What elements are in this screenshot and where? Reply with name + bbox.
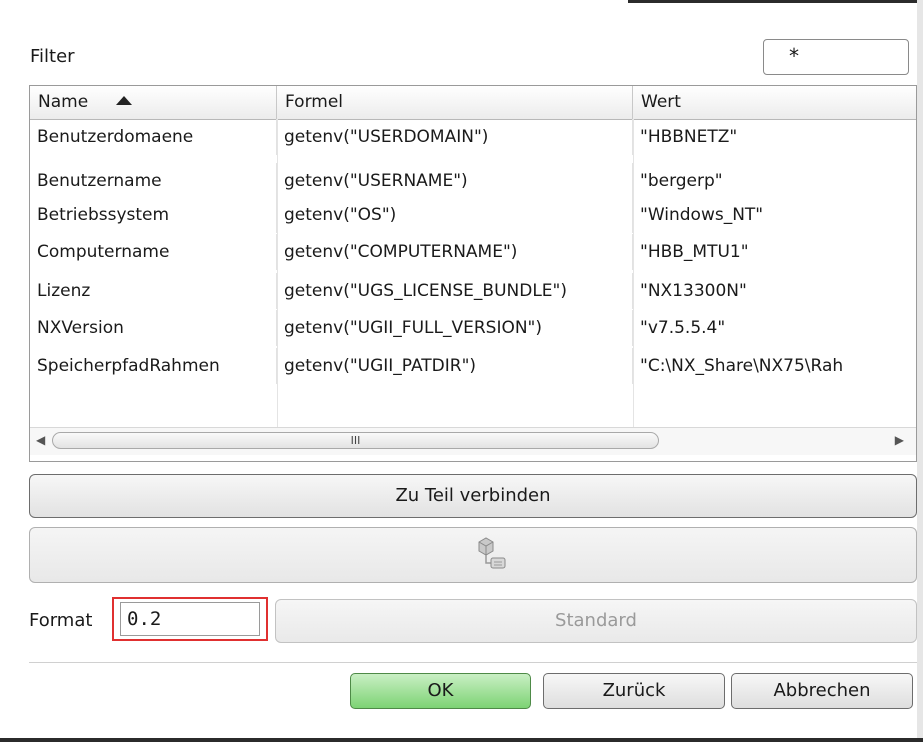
column-divider xyxy=(633,119,634,429)
ok-button[interactable]: OK xyxy=(350,673,531,709)
horizontal-scrollbar[interactable]: ◀ III ▶ xyxy=(30,427,916,455)
window-right-edge xyxy=(917,0,923,742)
table-row[interactable]: Benutzername getenv("USERNAME") "bergerp… xyxy=(30,163,916,199)
expressions-table: Name Formel Wert Benutzerdomaene getenv(… xyxy=(29,85,917,462)
back-button[interactable]: Zurück xyxy=(543,673,725,709)
table-row[interactable]: NXVersion getenv("UGII_FULL_VERSION") "v… xyxy=(30,310,916,346)
cell-name: Lizenz xyxy=(30,273,277,309)
cell-value: "HBBNETZ" xyxy=(633,119,916,155)
cell-formula: getenv("USERNAME") xyxy=(277,163,633,199)
table-row[interactable]: SpeicherpfadRahmen getenv("UGII_PATDIR")… xyxy=(30,348,916,384)
standard-button[interactable]: Standard xyxy=(275,599,917,643)
cell-value: "bergerp" xyxy=(633,163,916,199)
format-label: Format xyxy=(29,610,93,631)
format-input[interactable]: 0.2 xyxy=(120,602,260,636)
scroll-left-icon[interactable]: ◀ xyxy=(36,433,45,447)
cell-name: Benutzerdomaene xyxy=(30,119,277,155)
filter-input[interactable]: * xyxy=(763,39,909,75)
cell-formula: getenv("COMPUTERNAME") xyxy=(277,234,633,270)
table-row[interactable]: Lizenz getenv("UGS_LICENSE_BUNDLE") "NX1… xyxy=(30,273,916,309)
component-link-icon xyxy=(478,537,506,569)
cancel-button[interactable]: Abbrechen xyxy=(731,673,913,709)
cell-formula: getenv("UGII_PATDIR") xyxy=(277,348,633,384)
window-top-edge xyxy=(628,0,923,3)
cell-formula: getenv("OS") xyxy=(277,197,633,233)
cell-name: Computername xyxy=(30,234,277,270)
component-link-button[interactable] xyxy=(29,527,917,583)
column-label: Name xyxy=(38,92,89,112)
format-field-highlight: 0.2 xyxy=(112,597,268,641)
column-header-value[interactable]: Wert xyxy=(633,86,916,119)
cell-value: "C:\NX_Share\NX75\Rah xyxy=(633,348,916,384)
column-divider xyxy=(277,119,278,429)
cell-name: Benutzername xyxy=(30,163,277,199)
cell-value: "NX13300N" xyxy=(633,273,916,309)
connect-to-part-button[interactable]: Zu Teil verbinden xyxy=(29,474,917,518)
table-header: Name Formel Wert xyxy=(30,86,916,120)
cell-name: Betriebssystem xyxy=(30,197,277,233)
table-row[interactable]: Computername getenv("COMPUTERNAME") "HBB… xyxy=(30,234,916,270)
scroll-right-icon[interactable]: ▶ xyxy=(895,433,904,447)
cell-name: NXVersion xyxy=(30,310,277,346)
cell-value: "v7.5.5.4" xyxy=(633,310,916,346)
cell-formula: getenv("UGII_FULL_VERSION") xyxy=(277,310,633,346)
window-bottom-edge xyxy=(0,738,923,742)
cell-name: SpeicherpfadRahmen xyxy=(30,348,277,384)
column-label: Formel xyxy=(285,92,344,112)
cell-formula: getenv("UGS_LICENSE_BUNDLE") xyxy=(277,273,633,309)
divider xyxy=(29,662,917,663)
column-label: Wert xyxy=(641,92,681,112)
cell-value: "HBB_MTU1" xyxy=(633,234,916,270)
table-row[interactable]: Betriebssystem getenv("OS") "Windows_NT" xyxy=(30,197,916,233)
table-row[interactable]: Benutzerdomaene getenv("USERDOMAIN") "HB… xyxy=(30,119,916,155)
cell-value: "Windows_NT" xyxy=(633,197,916,233)
column-header-name[interactable]: Name xyxy=(30,86,277,119)
cell-formula: getenv("USERDOMAIN") xyxy=(277,119,633,155)
scrollbar-thumb[interactable]: III xyxy=(52,432,659,449)
column-header-formula[interactable]: Formel xyxy=(277,86,633,119)
sort-ascending-icon xyxy=(115,96,132,105)
filter-label: Filter xyxy=(30,46,75,67)
